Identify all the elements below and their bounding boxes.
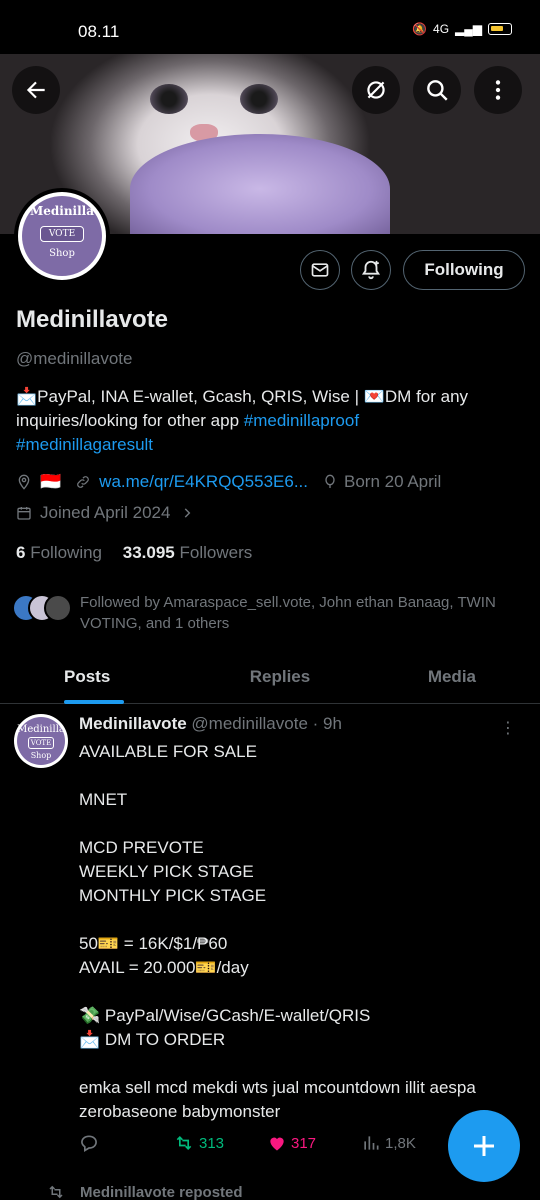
avatar-logo: Medinilla VOTE Shop	[22, 196, 102, 276]
retweet-icon	[176, 1135, 192, 1151]
heart-icon	[270, 1137, 284, 1151]
profile-website[interactable]: wa.me/qr/E4KRQQ553E6...	[99, 472, 308, 492]
bio-hashtag-proof[interactable]: #medinillaproof	[244, 411, 359, 430]
followers-count-link[interactable]: 33.095 Followers	[123, 543, 252, 562]
envelope-icon	[311, 263, 329, 277]
banner-cat-eye-right	[240, 84, 278, 114]
mute-icon: 🔕	[412, 22, 428, 36]
network-label: 4G	[433, 22, 450, 36]
tweet-author[interactable]: Medinillavote	[79, 714, 187, 733]
profile-meta-row: 🇮🇩 wa.me/qr/E4KRQQ553E6... Born 20 April	[16, 472, 441, 492]
message-button[interactable]	[300, 250, 340, 290]
battery-icon	[488, 23, 512, 35]
like-button[interactable]: 317	[267, 1133, 361, 1153]
retweet-button[interactable]: 313	[173, 1133, 267, 1153]
tweet-body: AVAILABLE FOR SALE MNET MCD PREVOTE WEEK…	[79, 742, 476, 1121]
tab-posts[interactable]: Posts	[0, 650, 180, 704]
calendar-icon	[17, 507, 31, 520]
status-bar: 08.11 🔕 4G ▂▄▆	[0, 0, 540, 54]
profile-birthday: Born 20 April	[344, 472, 442, 491]
location-icon	[18, 474, 30, 490]
profile-joined-row[interactable]: Joined April 2024	[16, 503, 194, 523]
profile-name: Medinillavote	[16, 306, 169, 333]
bio-hashtag-result[interactable]: #medinillagaresult	[16, 435, 153, 454]
tweet-meta: @medinillavote · 9h	[191, 714, 342, 733]
followed-by-avatars	[12, 592, 74, 624]
profile-tabs: Posts Replies Media	[0, 650, 540, 704]
tab-media[interactable]: Media	[380, 650, 540, 703]
profile-handle: @medinillavote	[16, 349, 133, 368]
followed-by[interactable]: Followed by Amaraspace_sell.vote, John e…	[12, 592, 532, 634]
profile-counts: 6 Following 33.095 Followers	[16, 543, 252, 563]
retweet-count: 313	[199, 1134, 225, 1152]
profile-joined: Joined April 2024	[40, 503, 171, 522]
more-options-button[interactable]	[474, 66, 522, 114]
following-button[interactable]: Following	[403, 250, 525, 290]
tweet-avatar[interactable]: Medinilla VOTE Shop	[14, 714, 68, 768]
signal-icon: ▂▄▆	[455, 22, 482, 36]
status-icons: 🔕 4G ▂▄▆	[412, 22, 512, 36]
bio-text: 📩PayPal, INA E-wallet, Gcash, QRIS, Wise…	[16, 387, 469, 430]
profile-bio: 📩PayPal, INA E-wallet, Gcash, QRIS, Wise…	[16, 385, 526, 457]
tweet-more-button[interactable]: ⋮	[500, 718, 516, 738]
profile-avatar[interactable]: Medinilla VOTE Shop	[14, 188, 110, 284]
repost-label: Medinillavote reposted	[80, 1183, 243, 1200]
followed-by-text: Followed by Amaraspace_sell.vote, John e…	[80, 594, 496, 632]
tab-replies[interactable]: Replies	[180, 650, 380, 703]
grok-button[interactable]	[352, 66, 400, 114]
banner-cat-eye-left	[150, 84, 188, 114]
view-count: 1,8K	[385, 1134, 416, 1152]
compose-button[interactable]	[448, 1110, 520, 1182]
grok-icon	[367, 81, 385, 99]
retweet-icon	[49, 1185, 63, 1199]
banner-bow	[130, 134, 390, 234]
following-count-link[interactable]: 6 Following	[16, 543, 102, 562]
back-button[interactable]	[12, 66, 60, 114]
follower-avatar	[44, 594, 72, 622]
arrow-left-icon	[26, 81, 45, 99]
notifications-button[interactable]	[351, 250, 391, 290]
search-button[interactable]	[413, 66, 461, 114]
search-icon	[427, 80, 448, 101]
link-icon	[77, 476, 90, 488]
like-count: 317	[291, 1134, 317, 1152]
reply-icon	[81, 1135, 97, 1152]
balloon-icon	[325, 474, 335, 488]
chevron-right-icon	[185, 508, 191, 518]
more-vertical-icon	[495, 80, 501, 100]
views-button[interactable]: 1,8K	[361, 1133, 455, 1153]
reply-button[interactable]	[79, 1133, 173, 1153]
bell-plus-icon	[361, 260, 381, 280]
status-time: 08.11	[78, 22, 120, 41]
repost-indicator: Medinillavote reposted	[46, 1183, 243, 1200]
tweet-header: Medinillavote @medinillavote · 9h	[79, 714, 342, 734]
location-flag: 🇮🇩	[40, 472, 62, 491]
plus-icon	[474, 1136, 494, 1156]
views-icon	[364, 1136, 379, 1150]
